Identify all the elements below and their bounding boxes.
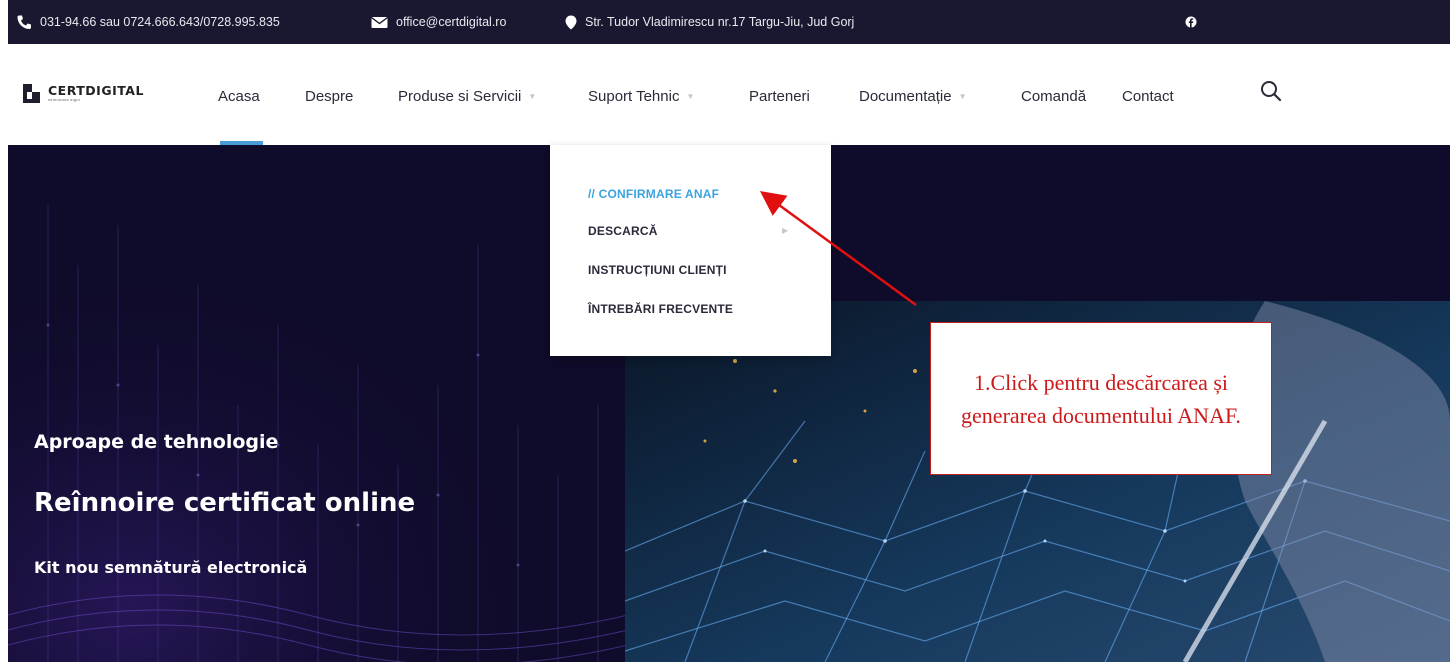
nav-label: Documentație xyxy=(859,88,952,105)
nav-item-contact[interactable]: Contact xyxy=(1122,88,1174,105)
menu-item-confirmare-anaf[interactable]: // CONFIRMARE ANAF xyxy=(588,187,719,201)
logo-mark-icon xyxy=(23,84,40,108)
menu-item-instructiuni-clienti[interactable]: INSTRUCȚIUNI CLIENȚI xyxy=(588,263,727,277)
nav-item-acasa[interactable]: Acasa xyxy=(218,88,260,105)
contact-phone[interactable]: 031-94.66 sau 0724.666.643/0728.995.835 xyxy=(16,0,280,44)
logo-name: CERTDIGITAL xyxy=(48,83,144,98)
nav-label: Parteneri xyxy=(749,88,810,105)
nav-label: Produse si Servicii xyxy=(398,88,522,105)
chevron-right-icon: ▶ xyxy=(782,226,789,235)
main-header: CERTDIGITAL semneaza sigur Acasa Despre … xyxy=(8,44,1450,145)
phone-text: 031-94.66 sau 0724.666.643/0728.995.835 xyxy=(40,15,280,29)
email-text: office@certdigital.ro xyxy=(396,15,507,29)
address-text: Str. Tudor Vladimirescu nr.17 Targu-Jiu,… xyxy=(585,15,855,29)
nav-label: Despre xyxy=(305,88,354,105)
hero-title: Reînnoire certificat online xyxy=(34,488,416,518)
annotation-callout: 1.Click pentru descărcarea și generarea … xyxy=(930,322,1272,475)
facebook-icon xyxy=(1185,16,1197,28)
annotation-text: 1.Click pentru descărcarea și generarea … xyxy=(961,369,1241,428)
contact-address: Str. Tudor Vladimirescu nr.17 Targu-Jiu,… xyxy=(565,0,854,44)
hero-tagline: Kit nou semnătură electronică xyxy=(34,558,308,577)
facebook-link[interactable] xyxy=(1185,0,1197,44)
nav-item-comanda[interactable]: Comandă xyxy=(1021,88,1086,105)
chevron-down-icon: ▼ xyxy=(958,92,967,101)
chevron-down-icon: ▼ xyxy=(686,92,695,101)
chevron-down-icon: ▼ xyxy=(528,92,537,101)
hero-subtitle: Aproape de tehnologie xyxy=(34,431,279,453)
search-icon xyxy=(1260,81,1282,106)
nav-label: Suport Tehnic xyxy=(588,88,680,105)
nav-label: Acasa xyxy=(218,88,260,105)
envelope-icon xyxy=(371,16,388,29)
menu-item-intrebari-frecvente[interactable]: ÎNTREBĂRI FRECVENTE xyxy=(588,302,733,316)
nav-item-suport-tehnic[interactable]: Suport Tehnic ▼ xyxy=(588,88,694,105)
map-pin-icon xyxy=(565,15,577,30)
nav-item-despre[interactable]: Despre xyxy=(305,88,353,105)
nav-item-parteneri[interactable]: Parteneri xyxy=(749,88,810,105)
site-logo[interactable]: CERTDIGITAL semneaza sigur xyxy=(23,84,144,108)
page-frame: 031-94.66 sau 0724.666.643/0728.995.835 … xyxy=(8,0,1450,662)
nav-label: Comandă xyxy=(1021,88,1087,105)
logo-wordmark: CERTDIGITAL semneaza sigur xyxy=(48,84,144,102)
contact-email[interactable]: office@certdigital.ro xyxy=(371,0,506,44)
suport-tehnic-dropdown: // CONFIRMARE ANAF DESCARCĂ ▶ INSTRUCȚIU… xyxy=(550,145,831,356)
top-contact-bar: 031-94.66 sau 0724.666.643/0728.995.835 … xyxy=(8,0,1450,44)
search-button[interactable] xyxy=(1260,80,1282,107)
nav-label: Contact xyxy=(1122,88,1174,105)
nav-item-documentatie[interactable]: Documentație ▼ xyxy=(859,88,966,105)
menu-item-descarca[interactable]: DESCARCĂ xyxy=(588,224,658,238)
phone-icon xyxy=(16,14,32,30)
nav-item-produse-si-servicii[interactable]: Produse si Servicii ▼ xyxy=(398,88,536,105)
